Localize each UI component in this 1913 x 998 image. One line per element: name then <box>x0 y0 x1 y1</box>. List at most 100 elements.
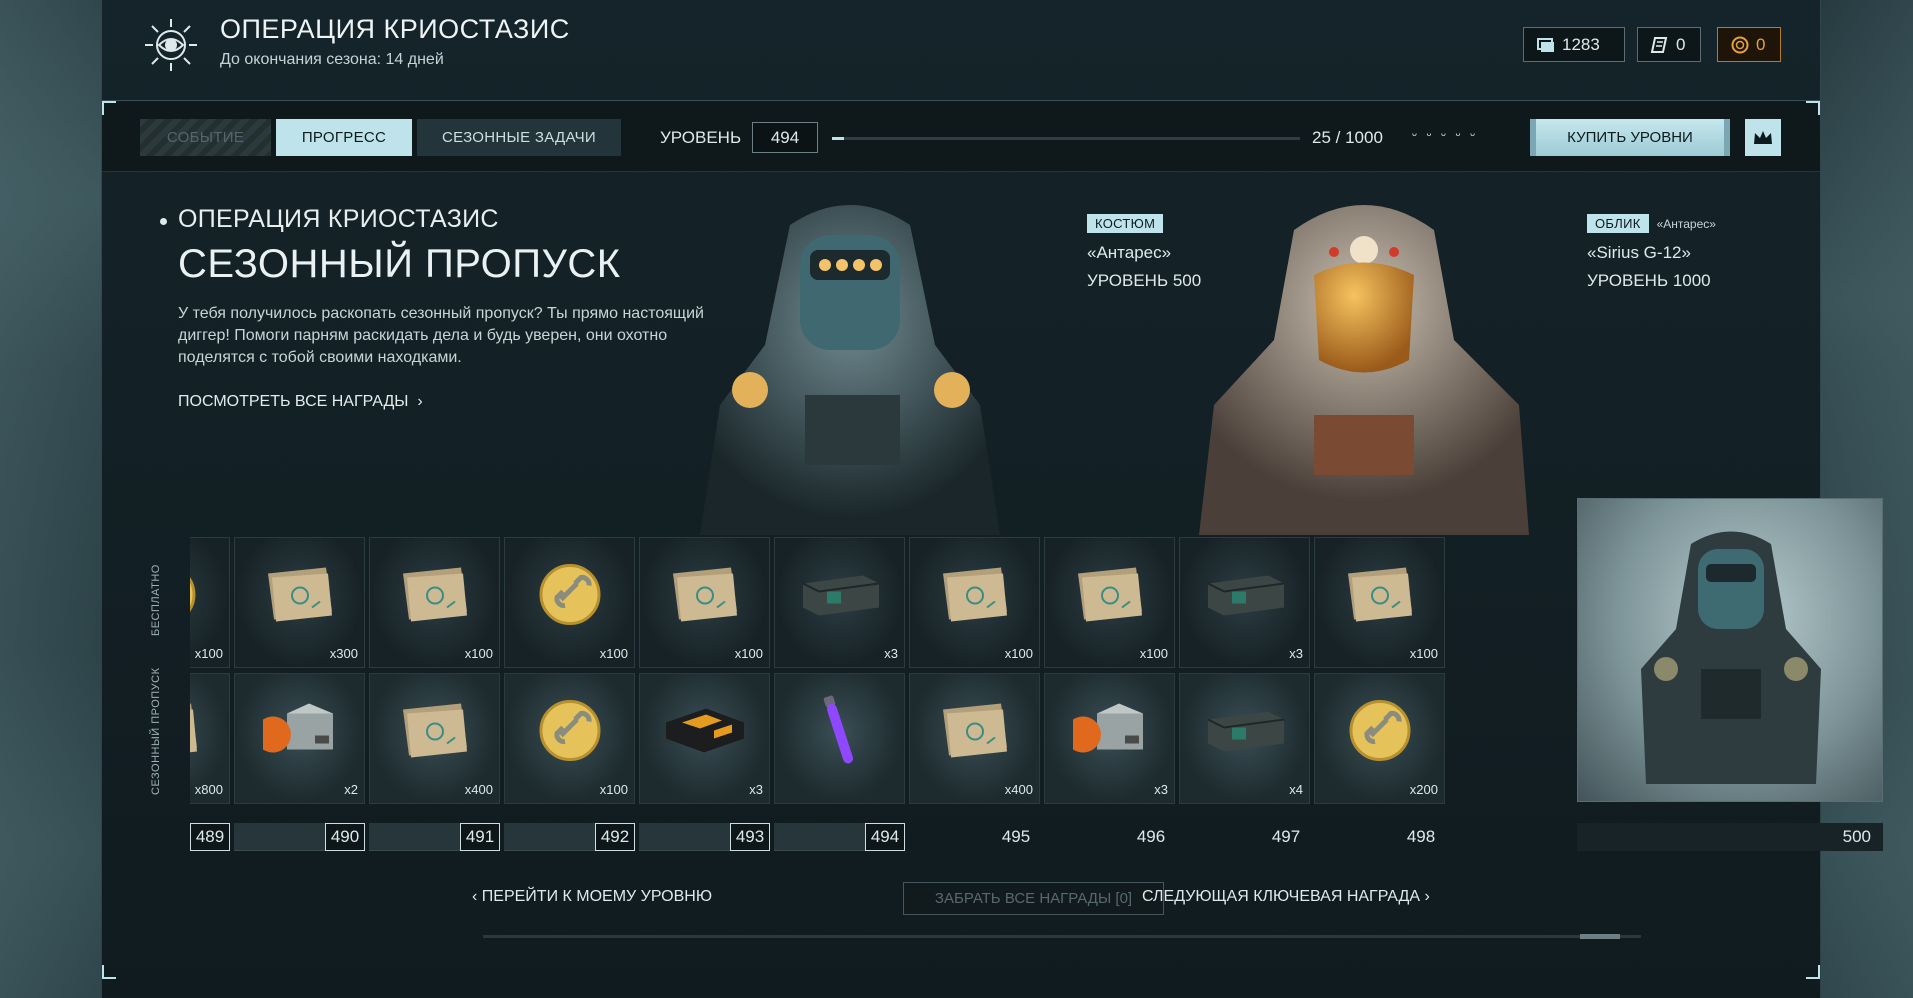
view-all-rewards-link[interactable]: ПОСМОТРЕТЬ ВСЕ НАГРАДЫ › <box>178 393 423 411</box>
level-progress-fill <box>832 137 844 140</box>
level-tag-494: 494 <box>774 823 905 851</box>
level-tag-489: 489 <box>190 823 230 851</box>
reward-cell-premium-498[interactable]: x200 <box>1314 673 1445 804</box>
next-key-reward-label: СЛЕДУЮЩАЯ КЛЮЧЕВАЯ НАГРАДА <box>1142 888 1421 905</box>
reward-quantity: x400 <box>464 782 493 797</box>
reward-cell-premium-492[interactable]: x100 <box>504 673 635 804</box>
reward-quantity: x3 <box>1289 646 1303 661</box>
reward-cell-premium-494[interactable] <box>774 673 905 804</box>
level-number: 496 <box>1136 827 1166 846</box>
tab-progress[interactable]: ПРОГРЕСС <box>276 119 412 156</box>
case-black-icon <box>662 703 748 764</box>
view-all-rewards-label: ПОСМОТРЕТЬ ВСЕ НАГРАДЫ <box>178 393 409 410</box>
rewards-scroll-track[interactable] <box>483 935 1641 938</box>
sirius-suit-art <box>1199 205 1529 535</box>
chevron-right-icon: › <box>1420 888 1430 905</box>
crate-icon <box>797 570 883 625</box>
reward-cell-premium-495[interactable]: x400 <box>909 673 1040 804</box>
reward-cell-premium-489[interactable]: x800 <box>190 673 230 804</box>
reward-cell-premium-490[interactable]: x2 <box>234 673 365 804</box>
header: ОПЕРАЦИЯ КРИОСТАЗИС До окончания сезона:… <box>102 0 1820 100</box>
reward-cell-premium-493[interactable]: x3 <box>639 673 770 804</box>
reward-quantity: x100 <box>1139 646 1168 661</box>
reward-quantity: x800 <box>194 782 223 797</box>
battle-pass-window: ОПЕРАЦИЯ КРИОСТАЗИС До окончания сезона:… <box>101 0 1883 998</box>
level-tag-490: 490 <box>234 823 365 851</box>
scroll-value: 0 <box>1676 34 1686 54</box>
reward-quantity: x100 <box>599 646 628 661</box>
reward-cell-free-491[interactable]: x100 <box>369 537 500 668</box>
papers-icon <box>937 564 1013 631</box>
level-number: 497 <box>1271 827 1301 846</box>
key-reward-card[interactable] <box>1577 498 1883 802</box>
character-level: УРОВЕНЬ 500 <box>1087 271 1202 290</box>
reward-cell-free-498[interactable]: x100 <box>1314 537 1445 668</box>
gold-currency[interactable]: 0 <box>1717 27 1781 62</box>
next-key-reward-link[interactable]: СЛЕДУЮЩАЯ КЛЮЧЕВАЯ НАГРАДА › <box>1142 888 1430 906</box>
reward-cell-premium-491[interactable]: x400 <box>369 673 500 804</box>
goto-my-level-link[interactable]: ‹ ПЕРЕЙТИ К МОЕМУ УРОВНЮ <box>472 888 712 906</box>
level-tag-491: 491 <box>369 823 500 851</box>
crown-button[interactable] <box>1745 119 1781 156</box>
scroll-currency[interactable]: 0 <box>1637 27 1701 62</box>
character-name: «Антарес» <box>1087 243 1172 262</box>
reward-cell-premium-497[interactable]: x4 <box>1179 673 1310 804</box>
reward-cell-free-493[interactable]: x100 <box>639 537 770 668</box>
reward-quantity: x3 <box>749 782 763 797</box>
gold-coin-icon <box>1731 36 1749 53</box>
costume-badge: КОСТЮМ <box>1087 214 1164 233</box>
reward-cell-free-494[interactable]: x3 <box>774 537 905 668</box>
season-timer: До окончания сезона: 14 дней <box>220 51 444 68</box>
rewards-scroll-thumb[interactable] <box>1580 934 1620 939</box>
reward-quantity: x100 <box>734 646 763 661</box>
tickets-value: 1283 <box>1562 34 1600 54</box>
reward-quantity: x100 <box>1409 646 1438 661</box>
box-orange-icon <box>1067 700 1153 767</box>
reward-cell-free-489[interactable]: x100 <box>190 537 230 668</box>
papers-icon <box>190 700 203 767</box>
chevron-right-icon: › <box>412 393 423 410</box>
level-number: 490 <box>325 823 365 851</box>
reward-quantity: x100 <box>599 782 628 797</box>
season-logo-icon <box>140 14 202 76</box>
tickets-currency[interactable]: 1283 <box>1523 27 1625 62</box>
buy-levels-button[interactable]: КУПИТЬ УРОВНИ <box>1530 119 1730 156</box>
frame-corner <box>1806 101 1820 115</box>
papers-icon <box>397 564 473 631</box>
crown-icon <box>1754 130 1772 144</box>
level-value: 494 <box>752 122 818 153</box>
goto-my-level-label: ПЕРЕЙТИ К МОЕМУ УРОВНЮ <box>481 888 712 905</box>
reward-cell-free-495[interactable]: x100 <box>909 537 1040 668</box>
reward-quantity: x4 <box>1289 782 1303 797</box>
frame-corner <box>102 101 116 115</box>
reward-cell-free-497[interactable]: x3 <box>1179 537 1310 668</box>
crate-icon <box>1202 706 1288 761</box>
claim-all-rewards-button[interactable]: ЗАБРАТЬ ВСЕ НАГРАДЫ [0] <box>903 882 1164 915</box>
level-number: 489 <box>190 823 230 851</box>
level-progress-text: 25 / 1000 <box>1312 128 1383 147</box>
glowstick-icon <box>820 691 860 776</box>
coin-icon <box>1347 698 1413 769</box>
crate-icon <box>1202 570 1288 625</box>
coin-icon <box>537 698 603 769</box>
skin-badge: ОБЛИК <box>1587 214 1649 233</box>
character-card-sirius: ОБЛИК «Антарес» «Sirius G-12» УРОВЕНЬ 100… <box>1587 214 1716 291</box>
tab-season-tasks[interactable]: СЕЗОННЫЕ ЗАДАЧИ <box>417 119 621 156</box>
frame-corner <box>1806 965 1820 979</box>
level-number: 495 <box>1001 827 1031 846</box>
level-number: 491 <box>460 823 500 851</box>
box-orange-icon <box>257 700 343 767</box>
level-tag-493: 493 <box>639 823 770 851</box>
reward-quantity: x2 <box>344 782 358 797</box>
reward-cell-premium-496[interactable]: x3 <box>1044 673 1175 804</box>
reward-quantity: x100 <box>1004 646 1033 661</box>
reward-quantity: x400 <box>1004 782 1033 797</box>
reward-cell-free-492[interactable]: x100 <box>504 537 635 668</box>
skin-base-name: «Антарес» <box>1656 217 1716 231</box>
key-reward-level-tag: 500 <box>1577 823 1883 851</box>
tab-event[interactable]: СОБЫТИЕ <box>140 119 271 156</box>
reward-cell-free-496[interactable]: x100 <box>1044 537 1175 668</box>
reward-cell-free-490[interactable]: x300 <box>234 537 365 668</box>
coin-icon <box>537 562 603 633</box>
antares-suit-art <box>700 205 1000 535</box>
